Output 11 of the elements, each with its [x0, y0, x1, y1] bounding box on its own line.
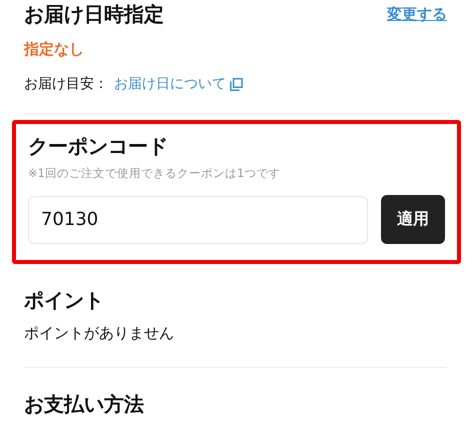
section-heading: ポイント — [24, 287, 105, 314]
external-window-icon — [230, 78, 243, 90]
section-heading: お支払い方法 — [24, 391, 145, 418]
section-heading: クーポンコード — [28, 133, 169, 160]
apply-button[interactable]: 適用 — [381, 195, 445, 244]
estimate-label: お届け目安： — [24, 75, 108, 93]
coupon-note: ※1回のご注文で使用できるクーポンは1つです — [28, 166, 280, 181]
coupon-code-field[interactable]: 70130 — [28, 196, 368, 244]
points-message: ポイントがありません — [24, 324, 174, 343]
section-heading: お届け日時指定 — [24, 1, 164, 28]
delivery-selection: 指定なし — [24, 40, 84, 59]
